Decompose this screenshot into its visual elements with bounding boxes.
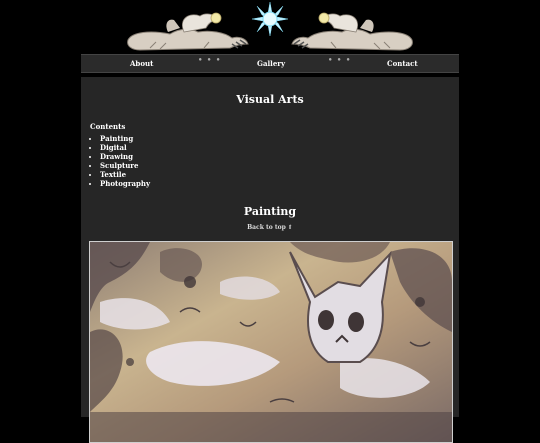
winged-creature-right-icon	[291, 12, 413, 51]
nav-separator: • • •	[328, 55, 352, 64]
section-title-painting: Painting	[243, 205, 297, 218]
contents-heading: Contents	[90, 122, 126, 131]
toc-item-photography: Photography	[100, 179, 150, 189]
toc-link[interactable]: Painting	[100, 134, 133, 143]
main-nav: About • • • Gallery • • • Contact	[81, 54, 459, 73]
toc-link[interactable]: Textile	[100, 170, 126, 179]
nav-about-link[interactable]: About	[130, 59, 153, 68]
header-banner	[0, 0, 540, 54]
content-panel: Visual Arts Contents Painting Digital Dr…	[81, 77, 459, 443]
toc-link[interactable]: Drawing	[100, 152, 133, 161]
winged-creature-left-icon	[127, 12, 249, 51]
table-of-contents: Painting Digital Drawing Sculpture Texti…	[90, 134, 150, 189]
sun-icon	[251, 2, 289, 36]
painting-artwork-icon	[90, 242, 452, 442]
back-to-top-link[interactable]: Back to top ⇑	[81, 224, 459, 231]
painting-image[interactable]	[89, 241, 453, 443]
nav-gallery-link[interactable]: Gallery	[257, 59, 285, 68]
page-title: Visual Arts	[236, 93, 304, 106]
nav-contact-link[interactable]: Contact	[387, 59, 418, 68]
toc-link[interactable]: Digital	[100, 143, 127, 152]
toc-link[interactable]: Sculpture	[100, 161, 138, 170]
nav-separator: • • •	[198, 55, 222, 64]
toc-link[interactable]: Photography	[100, 179, 150, 188]
